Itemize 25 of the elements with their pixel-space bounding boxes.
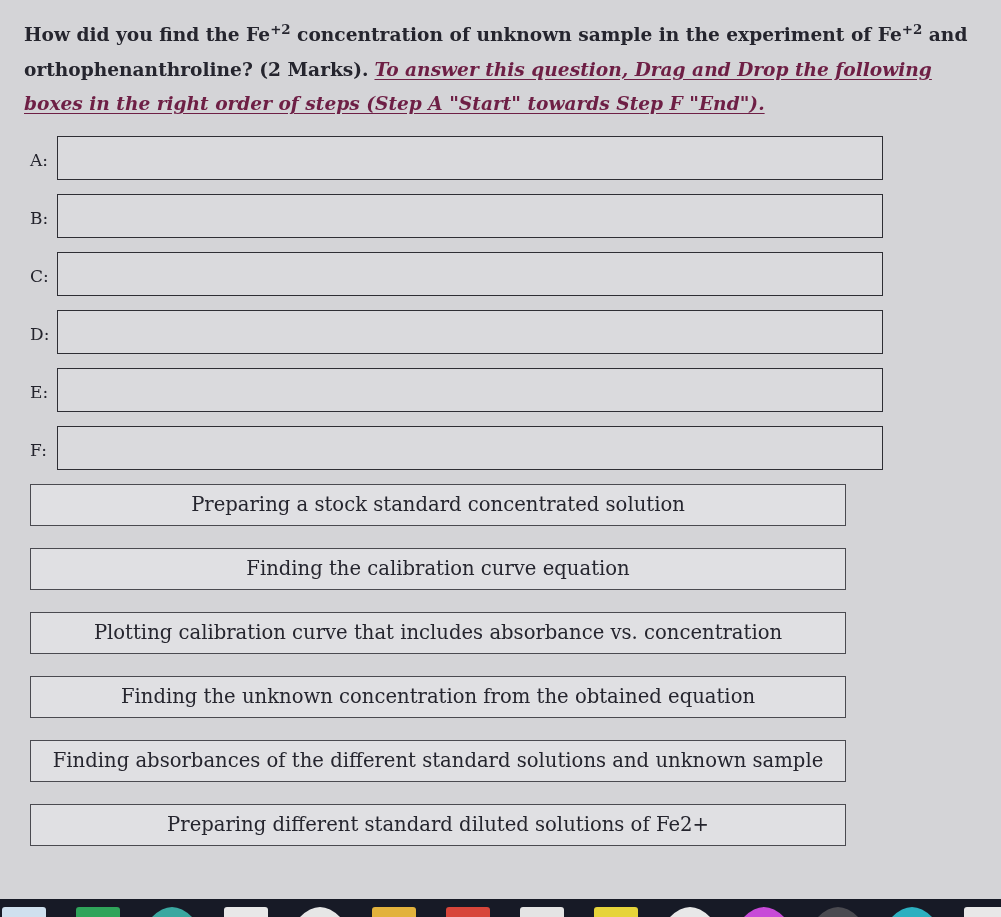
draggable-answer[interactable]: Finding absorbances of the different standard solutions and unknown sample	[30, 739, 846, 782]
taskbar-app-icon[interactable]	[0, 907, 48, 917]
question-text: How did you find the Fe$^{+2}$ concentration of unknown sample in the experiment of Fe$^{+2}$ and orthophenanthroline? (2 Marks). To answer this question, Drag and Drop the following boxes in the right order of steps (Step A "Start" towards Step F "End").	[24, 19, 969, 116]
slot-label: E:	[29, 380, 50, 404]
taskbar-app-icon[interactable]	[370, 907, 418, 917]
answer-box[interactable]	[57, 309, 883, 354]
slot-label: A:	[29, 148, 49, 172]
draggable-answer[interactable]: Finding the unknown concentration from the obtained equation	[30, 675, 846, 718]
answer-box[interactable]	[57, 425, 883, 470]
taskbar-app-icon[interactable]	[518, 907, 566, 917]
draggable-answer[interactable]: Finding the calibration curve equation	[30, 547, 846, 590]
draggable-answer[interactable]: Plotting calibration curve that includes absorbance vs. concentration	[30, 611, 846, 654]
answer-box[interactable]	[57, 135, 883, 180]
taskbar-app-icon[interactable]	[962, 907, 1001, 917]
slot-label: D:	[29, 322, 51, 346]
taskbar-app-icon[interactable]	[222, 907, 270, 917]
answer-box[interactable]	[57, 251, 883, 296]
answer-box[interactable]	[57, 367, 883, 412]
answer-box[interactable]	[57, 193, 883, 238]
slot-label: C:	[29, 264, 50, 288]
slot-label: B:	[29, 206, 50, 230]
slot-label: F:	[29, 438, 48, 462]
draggable-answer[interactable]: Preparing different standard diluted solutions of Fe2+	[30, 803, 846, 846]
taskbar-app-icon[interactable]	[592, 907, 640, 917]
draggable-answer[interactable]: Preparing a stock standard concentrated solution	[30, 483, 846, 526]
